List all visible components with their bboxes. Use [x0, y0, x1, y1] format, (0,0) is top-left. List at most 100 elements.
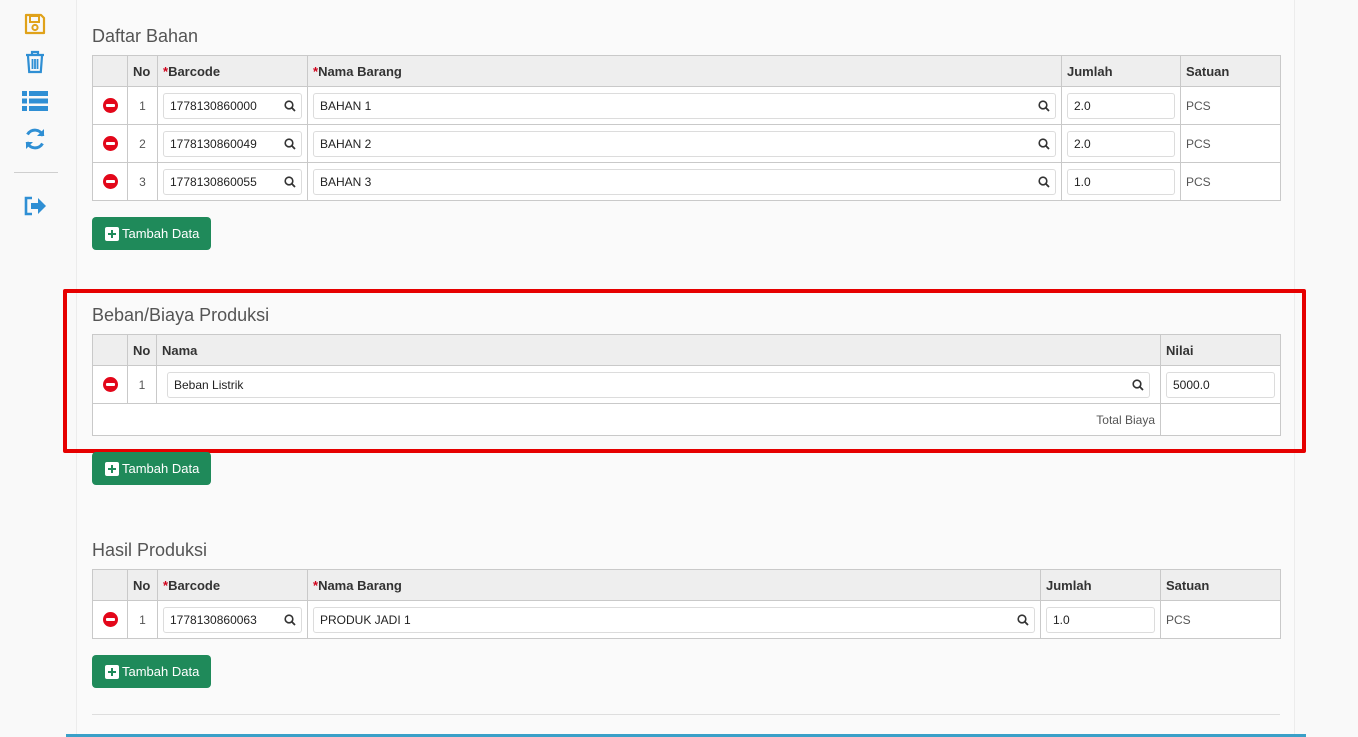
plus-icon: [105, 461, 119, 476]
add-bahan-button[interactable]: Tambah Data: [92, 217, 211, 250]
section-title-biaya: Beban/Biaya Produksi: [92, 305, 270, 325]
nama-barang-value: PRODUK JADI 1: [320, 612, 411, 627]
barcode-value: 1778130860055: [170, 174, 257, 189]
barcode-input[interactable]: 1778130860049: [163, 130, 302, 157]
barcode-input[interactable]: 1778130860063: [163, 606, 302, 633]
barcode-value: 1778130860063: [170, 612, 257, 627]
row-no: 1: [127, 600, 158, 639]
search-icon[interactable]: [1033, 94, 1055, 118]
table-row: 3 1778130860055 BAHAN 3 1.0 PCS: [92, 162, 1281, 201]
jumlah-value: 2.0: [1074, 136, 1091, 151]
save-icon[interactable]: [22, 11, 48, 37]
search-icon[interactable]: [279, 94, 301, 118]
search-icon[interactable]: [1033, 132, 1055, 156]
barcode-input[interactable]: 1778130860000: [163, 92, 302, 119]
header-nama: Nama: [156, 334, 1161, 366]
total-biaya-label: Total Biaya: [92, 403, 1161, 436]
header-remove: [92, 55, 128, 87]
remove-row-icon[interactable]: [102, 136, 118, 152]
nama-biaya-value: Beban Listrik: [174, 377, 244, 392]
add-hasil-button[interactable]: Tambah Data: [92, 655, 211, 688]
table-header-row: No *Barcode *Nama Barang Jumlah Satuan: [92, 55, 1281, 87]
nilai-input[interactable]: 5000.0: [1166, 371, 1275, 398]
jumlah-input[interactable]: 1.0: [1067, 168, 1175, 195]
header-barcode: *Barcode: [157, 569, 308, 601]
jumlah-input[interactable]: 2.0: [1067, 130, 1175, 157]
satuan-cell: PCS: [1180, 124, 1281, 163]
header-nilai: Nilai: [1160, 334, 1281, 366]
add-hasil-label: Tambah Data: [122, 664, 200, 679]
header-nama-label: Nama Barang: [318, 577, 402, 593]
total-biaya-value: [1160, 403, 1281, 436]
nama-biaya-input[interactable]: Beban Listrik: [167, 371, 1150, 398]
header-nama-label: Nama Barang: [318, 63, 402, 79]
header-jumlah: Jumlah: [1061, 55, 1181, 87]
logout-icon[interactable]: [22, 193, 48, 219]
refresh-icon[interactable]: [22, 126, 48, 152]
divider: [92, 714, 1280, 715]
header-satuan: Satuan: [1180, 55, 1281, 87]
header-no: No: [127, 55, 158, 87]
row-no: 1: [127, 365, 157, 404]
header-remove: [92, 334, 128, 366]
header-nama-barang: *Nama Barang: [307, 55, 1062, 87]
nama-barang-value: BAHAN 2: [320, 136, 372, 151]
bahan-table: No *Barcode *Nama Barang Jumlah Satuan 1…: [92, 55, 1281, 201]
trash-icon[interactable]: [22, 49, 48, 75]
search-icon[interactable]: [1012, 608, 1034, 632]
row-no: 2: [127, 124, 158, 163]
jumlah-value: 1.0: [1053, 612, 1070, 627]
table-row: 1 1778130860063 PRODUK JADI 1 1.0 PCS: [92, 600, 1281, 639]
search-icon[interactable]: [1033, 170, 1055, 194]
nama-barang-value: BAHAN 1: [320, 98, 372, 113]
header-no: No: [127, 569, 158, 601]
nama-barang-input[interactable]: BAHAN 3: [313, 168, 1056, 195]
plus-icon: [105, 226, 119, 241]
satuan-cell: PCS: [1180, 162, 1281, 201]
search-icon[interactable]: [279, 170, 301, 194]
nama-barang-value: BAHAN 3: [320, 174, 372, 189]
section-title-hasil: Hasil Produksi: [92, 540, 208, 560]
add-biaya-button[interactable]: Tambah Data: [92, 452, 211, 485]
nama-barang-input[interactable]: BAHAN 2: [313, 130, 1056, 157]
jumlah-value: 1.0: [1074, 174, 1091, 189]
nama-barang-input[interactable]: PRODUK JADI 1: [313, 606, 1035, 633]
row-no: 1: [127, 86, 158, 125]
satuan-cell: PCS: [1180, 86, 1281, 125]
sidebar-divider: [14, 172, 58, 173]
add-bahan-label: Tambah Data: [122, 226, 200, 241]
jumlah-input[interactable]: 1.0: [1046, 606, 1155, 633]
plus-icon: [105, 664, 119, 679]
table-row: 1 1778130860000 BAHAN 1 2.0 PCS: [92, 86, 1281, 125]
jumlah-value: 2.0: [1074, 98, 1091, 113]
sidebar: [0, 0, 70, 737]
total-row: Total Biaya: [92, 403, 1281, 436]
table-row: 2 1778130860049 BAHAN 2 2.0 PCS: [92, 124, 1281, 163]
nama-barang-input[interactable]: BAHAN 1: [313, 92, 1056, 119]
search-icon[interactable]: [1127, 373, 1149, 397]
header-jumlah: Jumlah: [1040, 569, 1161, 601]
search-icon[interactable]: [279, 132, 301, 156]
barcode-value: 1778130860049: [170, 136, 257, 151]
list-icon[interactable]: [22, 88, 48, 114]
row-no: 3: [127, 162, 158, 201]
barcode-value: 1778130860000: [170, 98, 257, 113]
header-nama-barang: *Nama Barang: [307, 569, 1041, 601]
remove-row-icon[interactable]: [102, 98, 118, 114]
remove-row-icon[interactable]: [102, 612, 118, 628]
barcode-input[interactable]: 1778130860055: [163, 168, 302, 195]
nilai-value: 5000.0: [1173, 377, 1210, 392]
header-barcode: *Barcode: [157, 55, 308, 87]
header-no: No: [127, 334, 157, 366]
table-row: 1 Beban Listrik 5000.0: [92, 365, 1281, 404]
hasil-table: No *Barcode *Nama Barang Jumlah Satuan 1…: [92, 569, 1281, 639]
search-icon[interactable]: [279, 608, 301, 632]
table-header-row: No Nama Nilai: [92, 334, 1281, 366]
section-title-bahan: Daftar Bahan: [92, 26, 199, 46]
remove-row-icon[interactable]: [102, 174, 118, 190]
add-biaya-label: Tambah Data: [122, 461, 200, 476]
satuan-cell: PCS: [1160, 600, 1281, 639]
remove-row-icon[interactable]: [102, 377, 118, 393]
table-header-row: No *Barcode *Nama Barang Jumlah Satuan: [92, 569, 1281, 601]
jumlah-input[interactable]: 2.0: [1067, 92, 1175, 119]
